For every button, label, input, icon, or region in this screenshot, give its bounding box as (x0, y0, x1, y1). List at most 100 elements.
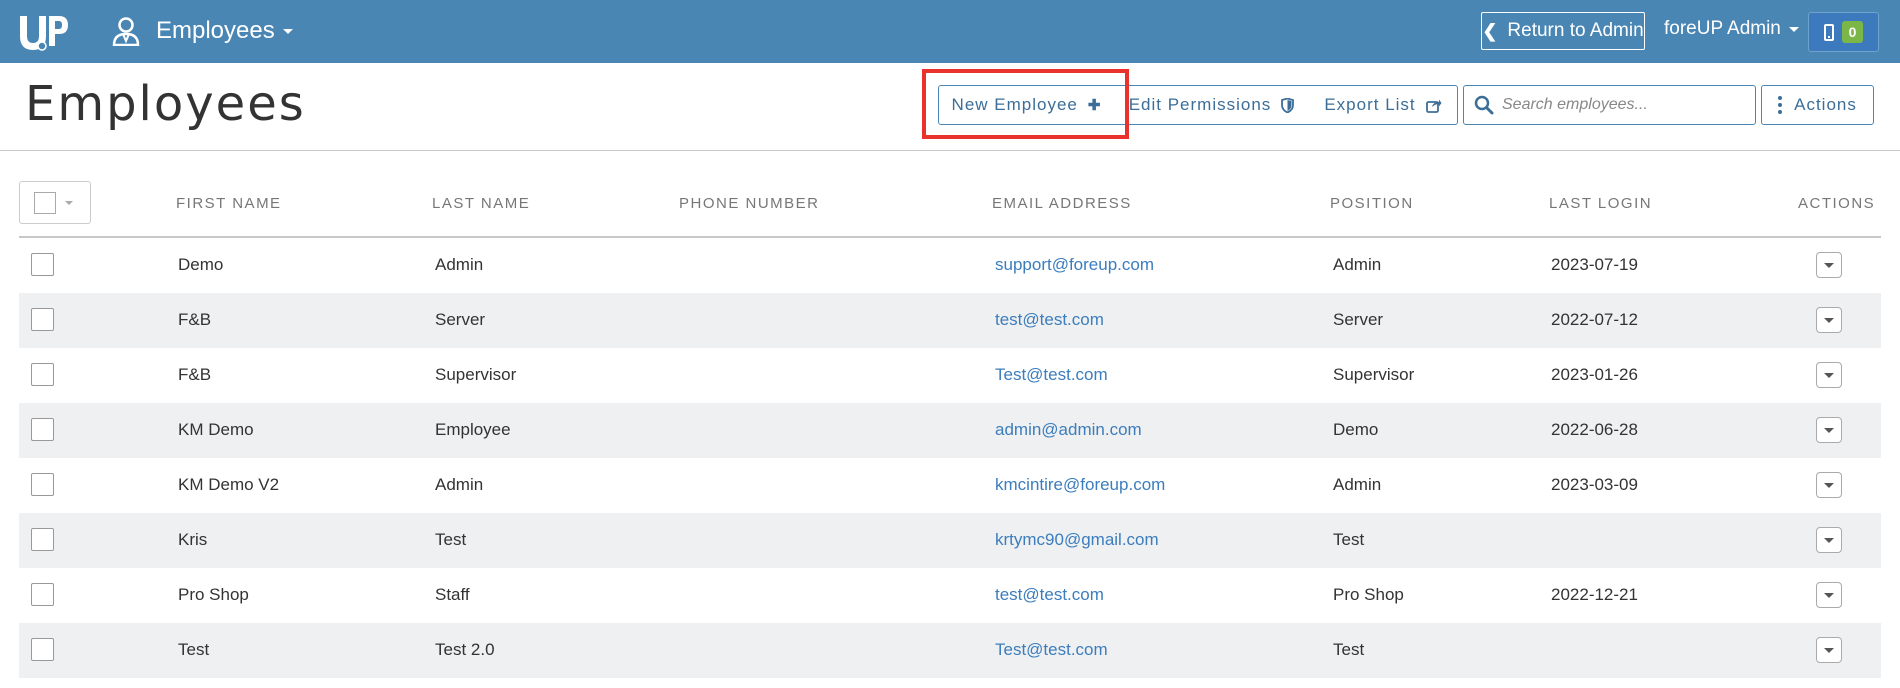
chevron-down-icon (1824, 262, 1834, 268)
email-link[interactable]: Test@test.com (995, 640, 1108, 660)
table-row[interactable]: KM Demo V2 Admin kmcintire@foreup.com Ad… (19, 458, 1881, 513)
user-menu-label: foreUP Admin (1664, 18, 1781, 39)
column-header-phone-number[interactable]: PHONE NUMBER (679, 195, 820, 212)
new-employee-button[interactable]: New Employee ✚ (938, 85, 1115, 125)
row-actions-dropdown[interactable] (1816, 472, 1842, 498)
search-employees-field[interactable] (1463, 85, 1756, 125)
export-list-label: Export List (1324, 95, 1416, 114)
first-name-cell: Pro Shop (178, 585, 249, 604)
column-header-email-address[interactable]: EMAIL ADDRESS (992, 195, 1132, 212)
email-link[interactable]: admin@admin.com (995, 420, 1142, 440)
first-name-cell: KM Demo (178, 420, 254, 439)
email-link[interactable]: Test@test.com (995, 365, 1108, 385)
row-actions-dropdown[interactable] (1816, 582, 1842, 608)
email-link[interactable]: test@test.com (995, 310, 1104, 330)
row-actions-dropdown[interactable] (1816, 362, 1842, 388)
first-name-cell: Kris (178, 530, 208, 549)
row-actions-dropdown[interactable] (1816, 527, 1842, 553)
last-login-cell: 2022-12-21 (1551, 585, 1638, 604)
last-login-cell: 2022-07-12 (1551, 310, 1638, 329)
page-title: Employees (25, 76, 306, 132)
column-header-actions: ACTIONS (1798, 195, 1876, 212)
chevron-down-icon (1824, 592, 1834, 598)
chevron-down-icon (1824, 647, 1834, 653)
last-login-cell: 2023-03-09 (1551, 475, 1638, 494)
chevron-down-icon (1824, 427, 1834, 433)
return-to-admin-button[interactable]: ❮ Return to Admin (1481, 12, 1645, 50)
email-link[interactable]: test@test.com (995, 585, 1104, 605)
chevron-down-icon (1824, 537, 1834, 543)
table-row[interactable]: Kris Test krtymc90@gmail.com Test (19, 513, 1881, 568)
last-login-cell: 2022-06-28 (1551, 420, 1638, 439)
position-cell: Server (1333, 310, 1384, 329)
header-divider (0, 150, 1900, 151)
last-name-cell: Test 2.0 (435, 640, 495, 659)
chevron-down-icon (282, 28, 293, 34)
email-link[interactable]: kmcintire@foreup.com (995, 475, 1165, 495)
column-header-last-name[interactable]: LAST NAME (432, 195, 530, 212)
position-cell: Pro Shop (1333, 585, 1404, 604)
row-checkbox[interactable] (31, 418, 54, 441)
last-name-cell: Employee (435, 420, 511, 439)
chevron-down-icon (1788, 26, 1799, 32)
top-nav-bar: Employees ❮ Return to Admin foreUP Admin… (0, 0, 1900, 63)
table-row[interactable]: Pro Shop Staff test@test.com Pro Shop 20… (19, 568, 1881, 623)
new-employee-label: New Employee (951, 95, 1078, 114)
device-notification-button[interactable]: 0 (1808, 12, 1879, 52)
search-input[interactable] (1502, 96, 1742, 114)
chevron-down-icon (1824, 372, 1834, 378)
first-name-cell: KM Demo V2 (178, 475, 280, 494)
employees-module-menu[interactable]: Employees (112, 12, 293, 50)
last-login-cell: 2023-01-26 (1551, 365, 1638, 384)
shield-icon (1281, 97, 1295, 113)
first-name-cell: F&B (178, 365, 212, 384)
table-row[interactable]: Test Test 2.0 Test@test.com Test (19, 623, 1881, 678)
user-menu[interactable]: foreUP Admin (1664, 18, 1799, 40)
select-all-checkbox-dropdown[interactable] (19, 181, 91, 224)
row-checkbox[interactable] (31, 253, 54, 276)
first-name-cell: Test (178, 640, 210, 659)
table-header: FIRST NAME LAST NAME PHONE NUMBER EMAIL … (19, 180, 1881, 238)
foreup-logo[interactable] (18, 12, 68, 52)
last-name-cell: Admin (435, 255, 484, 274)
position-cell: Test (1333, 640, 1365, 659)
chevron-down-icon (1824, 317, 1834, 323)
column-header-first-name[interactable]: FIRST NAME (176, 195, 282, 212)
row-actions-dropdown[interactable] (1816, 307, 1842, 333)
mobile-phone-icon (1823, 23, 1834, 41)
column-header-position[interactable]: POSITION (1330, 195, 1414, 212)
actions-menu-button[interactable]: Actions (1761, 85, 1874, 125)
position-cell: Demo (1333, 420, 1379, 439)
chevron-left-icon: ❮ (1482, 20, 1498, 41)
row-actions-dropdown[interactable] (1816, 637, 1842, 663)
position-cell: Admin (1333, 475, 1382, 494)
position-cell: Test (1333, 530, 1365, 549)
row-checkbox[interactable] (31, 473, 54, 496)
table-row[interactable]: Demo Admin support@foreup.com Admin 2023… (19, 238, 1881, 293)
plus-icon: ✚ (1087, 97, 1102, 114)
row-checkbox[interactable] (31, 363, 54, 386)
email-link[interactable]: krtymc90@gmail.com (995, 530, 1159, 550)
row-checkbox[interactable] (31, 528, 54, 551)
column-header-last-login[interactable]: LAST LOGIN (1549, 195, 1652, 212)
actions-label: Actions (1794, 95, 1857, 114)
row-checkbox[interactable] (31, 583, 54, 606)
export-list-button[interactable]: Export List (1309, 85, 1458, 125)
last-name-cell: Admin (435, 475, 484, 494)
row-actions-dropdown[interactable] (1816, 417, 1842, 443)
table-row[interactable]: KM Demo Employee admin@admin.com Demo 20… (19, 403, 1881, 458)
edit-permissions-button[interactable]: Edit Permissions (1114, 85, 1310, 125)
search-icon (1474, 95, 1494, 115)
row-checkbox[interactable] (31, 638, 54, 661)
return-label: Return to Admin (1507, 20, 1644, 41)
email-link[interactable]: support@foreup.com (995, 255, 1154, 275)
table-row[interactable]: F&B Supervisor Test@test.com Supervisor … (19, 348, 1881, 403)
notification-count-badge: 0 (1841, 21, 1864, 43)
position-cell: Supervisor (1333, 365, 1415, 384)
select-all-checkbox[interactable] (34, 191, 56, 214)
row-checkbox[interactable] (31, 308, 54, 331)
last-name-cell: Test (435, 530, 467, 549)
table-row[interactable]: F&B Server test@test.com Server 2022-07-… (19, 293, 1881, 348)
last-login-cell: 2023-07-19 (1551, 255, 1638, 274)
row-actions-dropdown[interactable] (1816, 252, 1842, 278)
